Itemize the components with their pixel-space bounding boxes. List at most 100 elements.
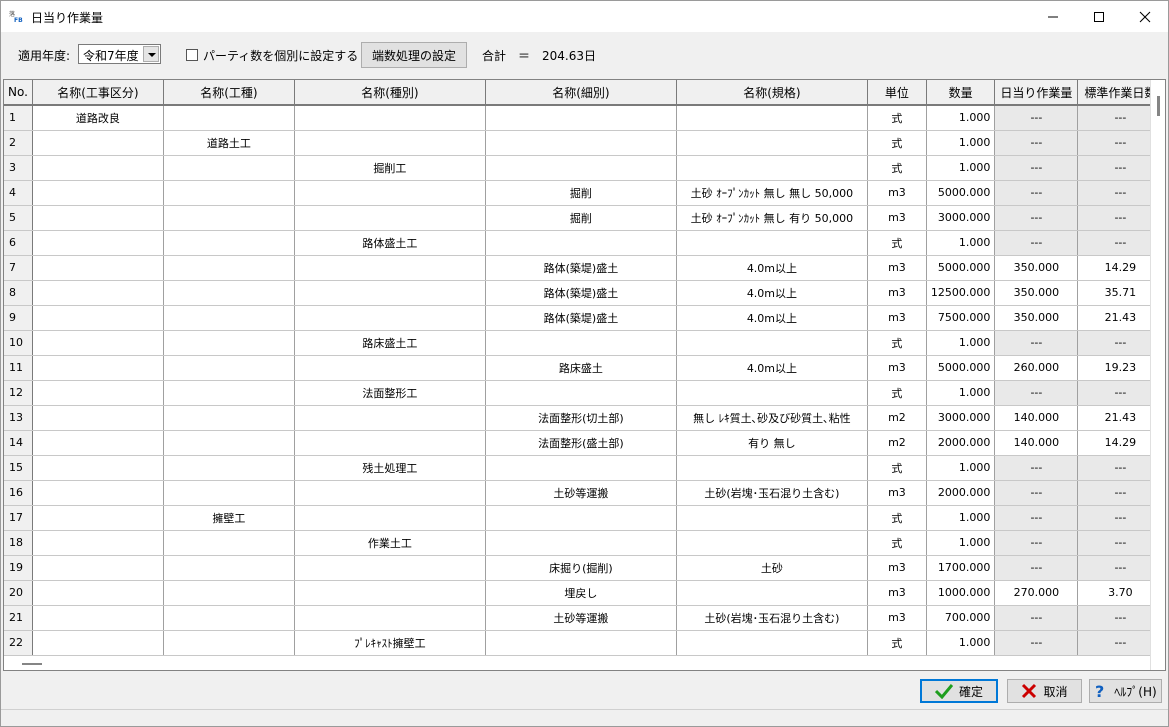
table-cell-c2[interactable] <box>163 105 295 131</box>
table-cell-no[interactable]: 22 <box>4 630 33 656</box>
table-cell-no[interactable]: 11 <box>4 355 33 381</box>
table-cell-c1[interactable] <box>32 280 164 306</box>
column-header[interactable]: 名称(細別) <box>485 80 677 106</box>
table-cell-qty[interactable]: 1.000 <box>926 505 996 531</box>
table-cell-c3[interactable] <box>294 405 486 431</box>
table-cell-daily[interactable]: --- <box>994 380 1079 406</box>
table-cell-no[interactable]: 3 <box>4 155 33 181</box>
table-cell-no[interactable]: 7 <box>4 255 33 281</box>
confirm-button[interactable]: 確定 <box>920 679 998 703</box>
chevron-down-icon[interactable] <box>143 46 159 62</box>
table-row[interactable]: 18 作業土工式 1.000 --- --- <box>4 530 1164 556</box>
table-cell-c2[interactable] <box>163 355 295 381</box>
table-cell-c5[interactable]: 土砂 ｵｰﾌﾟﾝｶｯﾄ 無し 有り 50,000 <box>676 205 868 231</box>
table-cell-c1[interactable] <box>32 505 164 531</box>
table-cell-c4[interactable]: 路体(築堤)盛土 <box>485 255 677 281</box>
table-cell-no[interactable]: 18 <box>4 530 33 556</box>
table-cell-c3[interactable]: 路床盛土工 <box>294 330 486 356</box>
table-cell-daily[interactable]: 140.000 <box>994 405 1079 431</box>
table-cell-c1[interactable] <box>32 155 164 181</box>
table-cell-c1[interactable] <box>32 430 164 456</box>
table-cell-unit[interactable]: 式 <box>867 380 927 406</box>
table-row[interactable]: 12 法面整形工式 1.000 --- --- <box>4 380 1164 406</box>
table-row[interactable]: 4 掘削 土砂 ｵｰﾌﾟﾝｶｯﾄ 無し 無し 50,000 m3 5000.000 ---… <box>4 180 1164 206</box>
table-cell-unit[interactable]: 式 <box>867 530 927 556</box>
table-cell-c1[interactable] <box>32 455 164 481</box>
table-cell-unit[interactable]: 式 <box>867 130 927 156</box>
table-cell-qty[interactable]: 1.000 <box>926 155 996 181</box>
table-cell-c5[interactable]: 土砂(岩塊･玉石混り土含む) <box>676 605 868 631</box>
party-checkbox-label[interactable]: パーティ数を個別に設定する <box>203 47 358 64</box>
table-cell-c4[interactable] <box>485 330 677 356</box>
table-cell-unit[interactable]: m3 <box>867 605 927 631</box>
table-row[interactable]: 11 路床盛土 4.0m以上 m3 5000.000 260.000 19.23 <box>4 355 1164 381</box>
table-cell-c4[interactable] <box>485 155 677 181</box>
table-cell-c4[interactable]: 路体(築堤)盛土 <box>485 280 677 306</box>
table-row[interactable]: 6 路体盛土工式 1.000 --- --- <box>4 230 1164 256</box>
table-cell-c5[interactable]: 4.0m以上 <box>676 280 868 306</box>
table-cell-c2[interactable] <box>163 605 295 631</box>
table-cell-no[interactable]: 21 <box>4 605 33 631</box>
table-cell-c1[interactable] <box>32 255 164 281</box>
table-cell-c2[interactable] <box>163 255 295 281</box>
table-cell-c5[interactable] <box>676 330 868 356</box>
table-cell-c3[interactable] <box>294 555 486 581</box>
table-row[interactable]: 16 土砂等運搬 土砂(岩塊･玉石混り土含む) m3 2000.000 --- --- <box>4 480 1164 506</box>
table-cell-daily[interactable]: --- <box>994 455 1079 481</box>
table-cell-qty[interactable]: 1700.000 <box>926 555 996 581</box>
table-cell-unit[interactable]: m3 <box>867 280 927 306</box>
table-cell-c2[interactable] <box>163 180 295 206</box>
table-cell-no[interactable]: 12 <box>4 380 33 406</box>
table-cell-c2[interactable] <box>163 305 295 331</box>
table-cell-unit[interactable]: m3 <box>867 555 927 581</box>
table-row[interactable]: 21 土砂等運搬 土砂(岩塊･玉石混り土含む) m3 700.000 --- --- <box>4 605 1164 631</box>
table-cell-c4[interactable] <box>485 380 677 406</box>
table-cell-unit[interactable]: 式 <box>867 330 927 356</box>
table-cell-c4[interactable]: 路体(築堤)盛土 <box>485 305 677 331</box>
table-cell-qty[interactable]: 1.000 <box>926 105 996 131</box>
table-cell-qty[interactable]: 12500.000 <box>926 280 996 306</box>
table-cell-unit[interactable]: m2 <box>867 405 927 431</box>
table-cell-c5[interactable] <box>676 630 868 656</box>
table-cell-qty[interactable]: 1.000 <box>926 130 996 156</box>
cancel-button[interactable]: 取消 <box>1007 679 1082 703</box>
table-cell-c5[interactable] <box>676 530 868 556</box>
party-checkbox[interactable] <box>186 49 198 61</box>
table-cell-c3[interactable] <box>294 580 486 606</box>
table-cell-c2[interactable] <box>163 280 295 306</box>
table-cell-unit[interactable]: m3 <box>867 205 927 231</box>
table-cell-c5[interactable] <box>676 105 868 131</box>
table-cell-qty[interactable]: 1.000 <box>926 530 996 556</box>
table-cell-unit[interactable]: m3 <box>867 480 927 506</box>
table-cell-qty[interactable]: 1.000 <box>926 230 996 256</box>
table-cell-qty[interactable]: 7500.000 <box>926 305 996 331</box>
table-cell-qty[interactable]: 5000.000 <box>926 355 996 381</box>
table-cell-c4[interactable] <box>485 530 677 556</box>
table-cell-daily[interactable]: --- <box>994 155 1079 181</box>
table-cell-qty[interactable]: 3000.000 <box>926 205 996 231</box>
table-cell-no[interactable]: 14 <box>4 430 33 456</box>
table-cell-c4[interactable]: 埋戻し <box>485 580 677 606</box>
table-cell-c5[interactable] <box>676 455 868 481</box>
table-cell-c4[interactable]: 法面整形(盛土部) <box>485 430 677 456</box>
table-cell-c5[interactable] <box>676 505 868 531</box>
table-cell-qty[interactable]: 2000.000 <box>926 480 996 506</box>
table-cell-c5[interactable] <box>676 155 868 181</box>
table-cell-unit[interactable]: m3 <box>867 305 927 331</box>
table-cell-qty[interactable]: 1.000 <box>926 330 996 356</box>
table-cell-c1[interactable] <box>32 305 164 331</box>
table-cell-no[interactable]: 15 <box>4 455 33 481</box>
table-cell-daily[interactable]: 260.000 <box>994 355 1079 381</box>
work-volume-grid[interactable]: No. 名称(工事区分) 名称(工種) 名称(種別) 名称(細別) 名称(規格) 単位 数量日… <box>3 79 1166 671</box>
table-row[interactable]: 3 掘削工式 1.000 --- --- <box>4 155 1164 181</box>
table-cell-unit[interactable]: 式 <box>867 230 927 256</box>
table-cell-c5[interactable] <box>676 380 868 406</box>
table-cell-qty[interactable]: 2000.000 <box>926 430 996 456</box>
table-row[interactable]: 17 擁壁工式 1.000 --- --- <box>4 505 1164 531</box>
table-cell-c2[interactable] <box>163 630 295 656</box>
table-cell-no[interactable]: 5 <box>4 205 33 231</box>
table-row[interactable]: 10 路床盛土工式 1.000 --- --- <box>4 330 1164 356</box>
scroll-thumb[interactable] <box>1157 96 1160 116</box>
table-cell-c1[interactable] <box>32 355 164 381</box>
horizontal-scroll-thumb[interactable] <box>22 663 42 665</box>
